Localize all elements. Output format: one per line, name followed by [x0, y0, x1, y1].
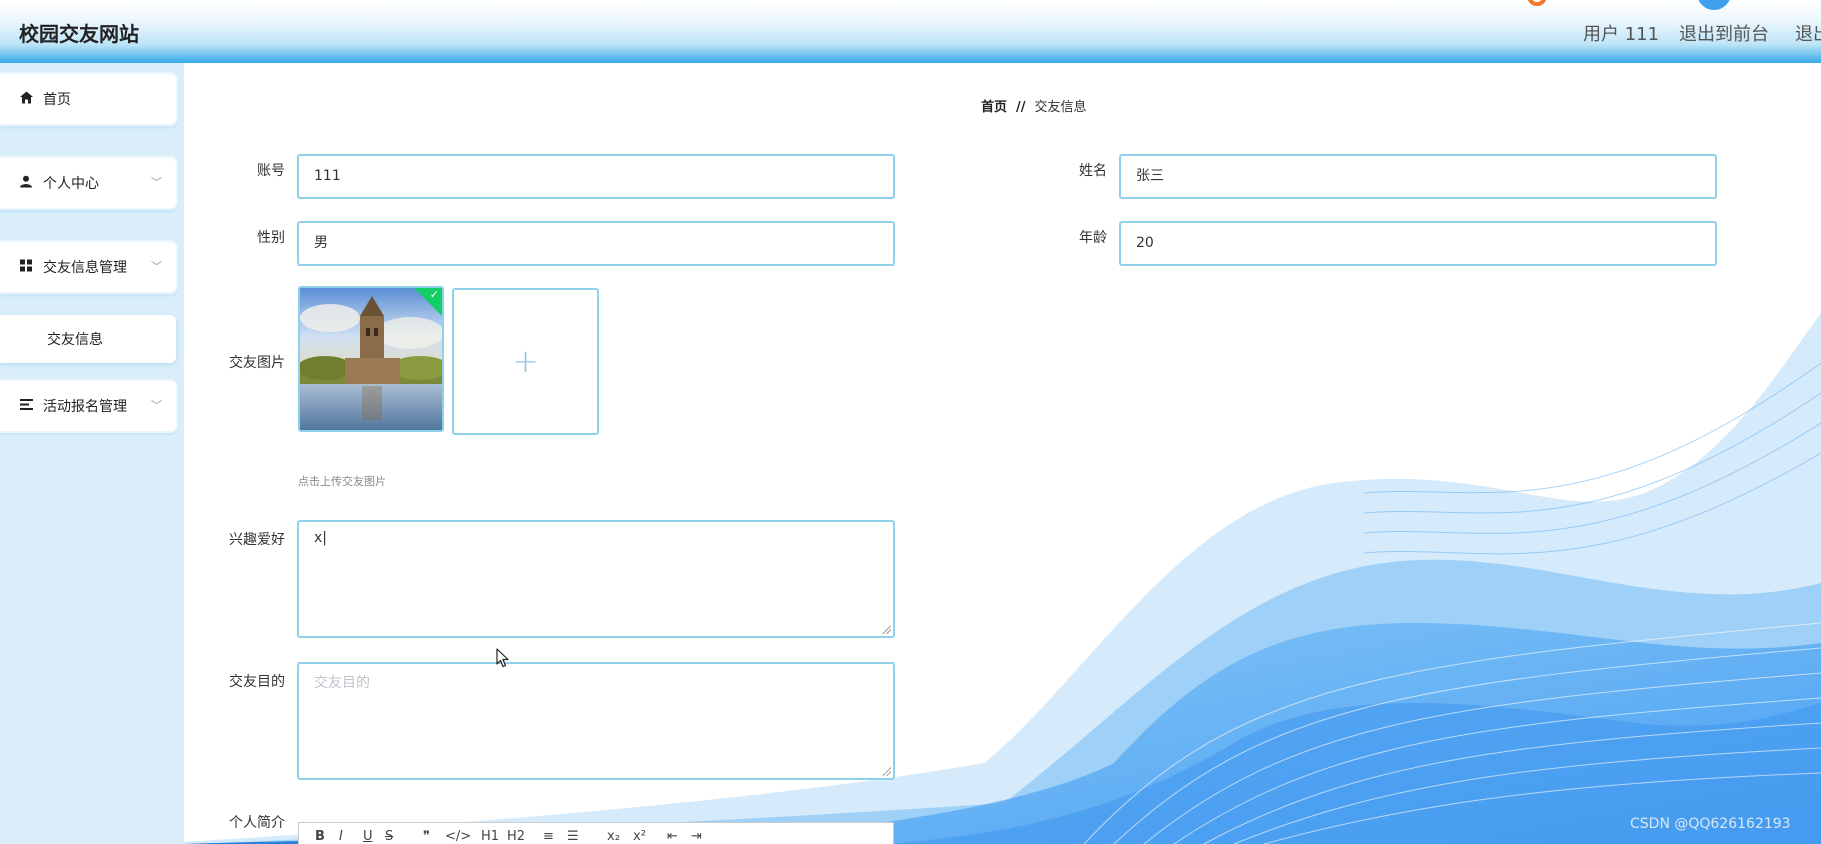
italic-button[interactable]: I	[339, 829, 343, 844]
intro-label: 个人简介	[229, 815, 285, 831]
upload-photo-button[interactable]: +	[452, 288, 599, 435]
top-header: 校园交友网站 用户 111 退出到前台 退出	[0, 0, 1821, 63]
age-label: 年龄	[1079, 230, 1107, 246]
watermark: CSDN @QQ626162193	[1630, 816, 1791, 832]
exit-to-frontend-link[interactable]: 退出到前台	[1679, 20, 1769, 46]
blockquote-button[interactable]: ❞	[423, 829, 430, 844]
gender-label: 性别	[257, 230, 285, 246]
floating-toolbar-logo	[1527, 0, 1731, 10]
sidebar: 首页 个人中心 ﹀ 交友信息管理 ﹀ 交友信息 活动报名管理 ﹀	[0, 63, 184, 844]
chevron-down-icon: ﹀	[151, 176, 162, 190]
sidebar-item-home[interactable]: 首页	[0, 74, 176, 124]
sidebar-item-dating-info-management[interactable]: 交友信息管理 ﹀	[0, 242, 176, 292]
account-input[interactable]: 111	[297, 154, 895, 199]
photo-image	[300, 288, 442, 430]
header1-button[interactable]: H1	[481, 829, 499, 844]
age-input[interactable]: 20	[1119, 221, 1717, 266]
resize-handle[interactable]	[881, 766, 891, 776]
upload-hint: 点击上传交友图片	[298, 475, 386, 488]
main-content: 首页 // 交友信息 账号 111 姓名 张三 性别 男 年龄 20 交友图片 ✓ …	[184, 63, 1821, 844]
home-icon	[20, 91, 33, 107]
breadcrumb-current: 交友信息	[1034, 100, 1087, 115]
user-icon	[20, 175, 32, 191]
purpose-textarea[interactable]: 交友目的	[297, 662, 895, 780]
sidebar-subitem-dating-info[interactable]: 交友信息	[0, 315, 176, 363]
name-input[interactable]: 张三	[1119, 154, 1717, 199]
sidebar-item-personal-center[interactable]: 个人中心 ﹀	[0, 158, 176, 208]
superscript-button[interactable]: x²	[633, 829, 646, 844]
hobby-text: x|	[314, 530, 328, 546]
gender-select[interactable]: 男	[297, 221, 895, 266]
check-icon: ✓	[429, 288, 439, 301]
header2-button[interactable]: H2	[507, 829, 525, 844]
name-label: 姓名	[1079, 163, 1107, 179]
purpose-label: 交友目的	[229, 674, 285, 690]
subscript-button[interactable]: x₂	[607, 829, 620, 844]
list-icon	[20, 399, 33, 413]
indent-button[interactable]: ⇥	[691, 829, 702, 844]
grid-icon	[20, 259, 32, 275]
hobby-label: 兴趣爱好	[229, 532, 285, 548]
photo-label: 交友图片	[229, 355, 285, 371]
outdent-button[interactable]: ⇤	[667, 829, 678, 844]
sidebar-item-label: 个人中心	[43, 176, 99, 192]
plus-icon: +	[512, 341, 539, 380]
sidebar-item-activity-signup-management[interactable]: 活动报名管理 ﹀	[0, 381, 176, 431]
hobby-textarea[interactable]: x|	[297, 520, 895, 638]
sidebar-item-label: 活动报名管理	[43, 399, 127, 415]
bold-button[interactable]: B	[315, 829, 325, 844]
account-label: 账号	[257, 163, 285, 179]
chevron-down-icon: ﹀	[151, 260, 162, 274]
sidebar-subitem-label: 交友信息	[47, 332, 103, 348]
breadcrumb: 首页 // 交友信息	[981, 96, 1087, 115]
rich-text-toolbar: B I U S ❞ </> H1 H2 ≡ ☰ x₂ x² ⇤ ⇥	[298, 822, 894, 844]
breadcrumb-home[interactable]: 首页	[981, 100, 1007, 115]
code-block-button[interactable]: </>	[445, 829, 471, 844]
purpose-placeholder: 交友目的	[314, 675, 370, 691]
logout-link[interactable]: 退出	[1795, 20, 1821, 46]
bullet-list-button[interactable]: ☰	[567, 829, 579, 844]
current-user-label: 用户 111	[1583, 24, 1660, 45]
breadcrumb-separator: //	[1016, 100, 1026, 115]
sidebar-item-label: 首页	[43, 92, 71, 108]
chevron-down-icon: ﹀	[151, 399, 162, 413]
mouse-cursor-icon	[496, 648, 510, 672]
sidebar-item-label: 交友信息管理	[43, 260, 127, 276]
strike-button[interactable]: S	[385, 829, 393, 844]
uploaded-photo-thumbnail[interactable]: ✓	[298, 286, 444, 432]
underline-button[interactable]: U	[363, 829, 373, 844]
resize-handle[interactable]	[881, 624, 891, 634]
site-title: 校园交友网站	[19, 22, 139, 46]
ordered-list-button[interactable]: ≡	[543, 829, 554, 844]
